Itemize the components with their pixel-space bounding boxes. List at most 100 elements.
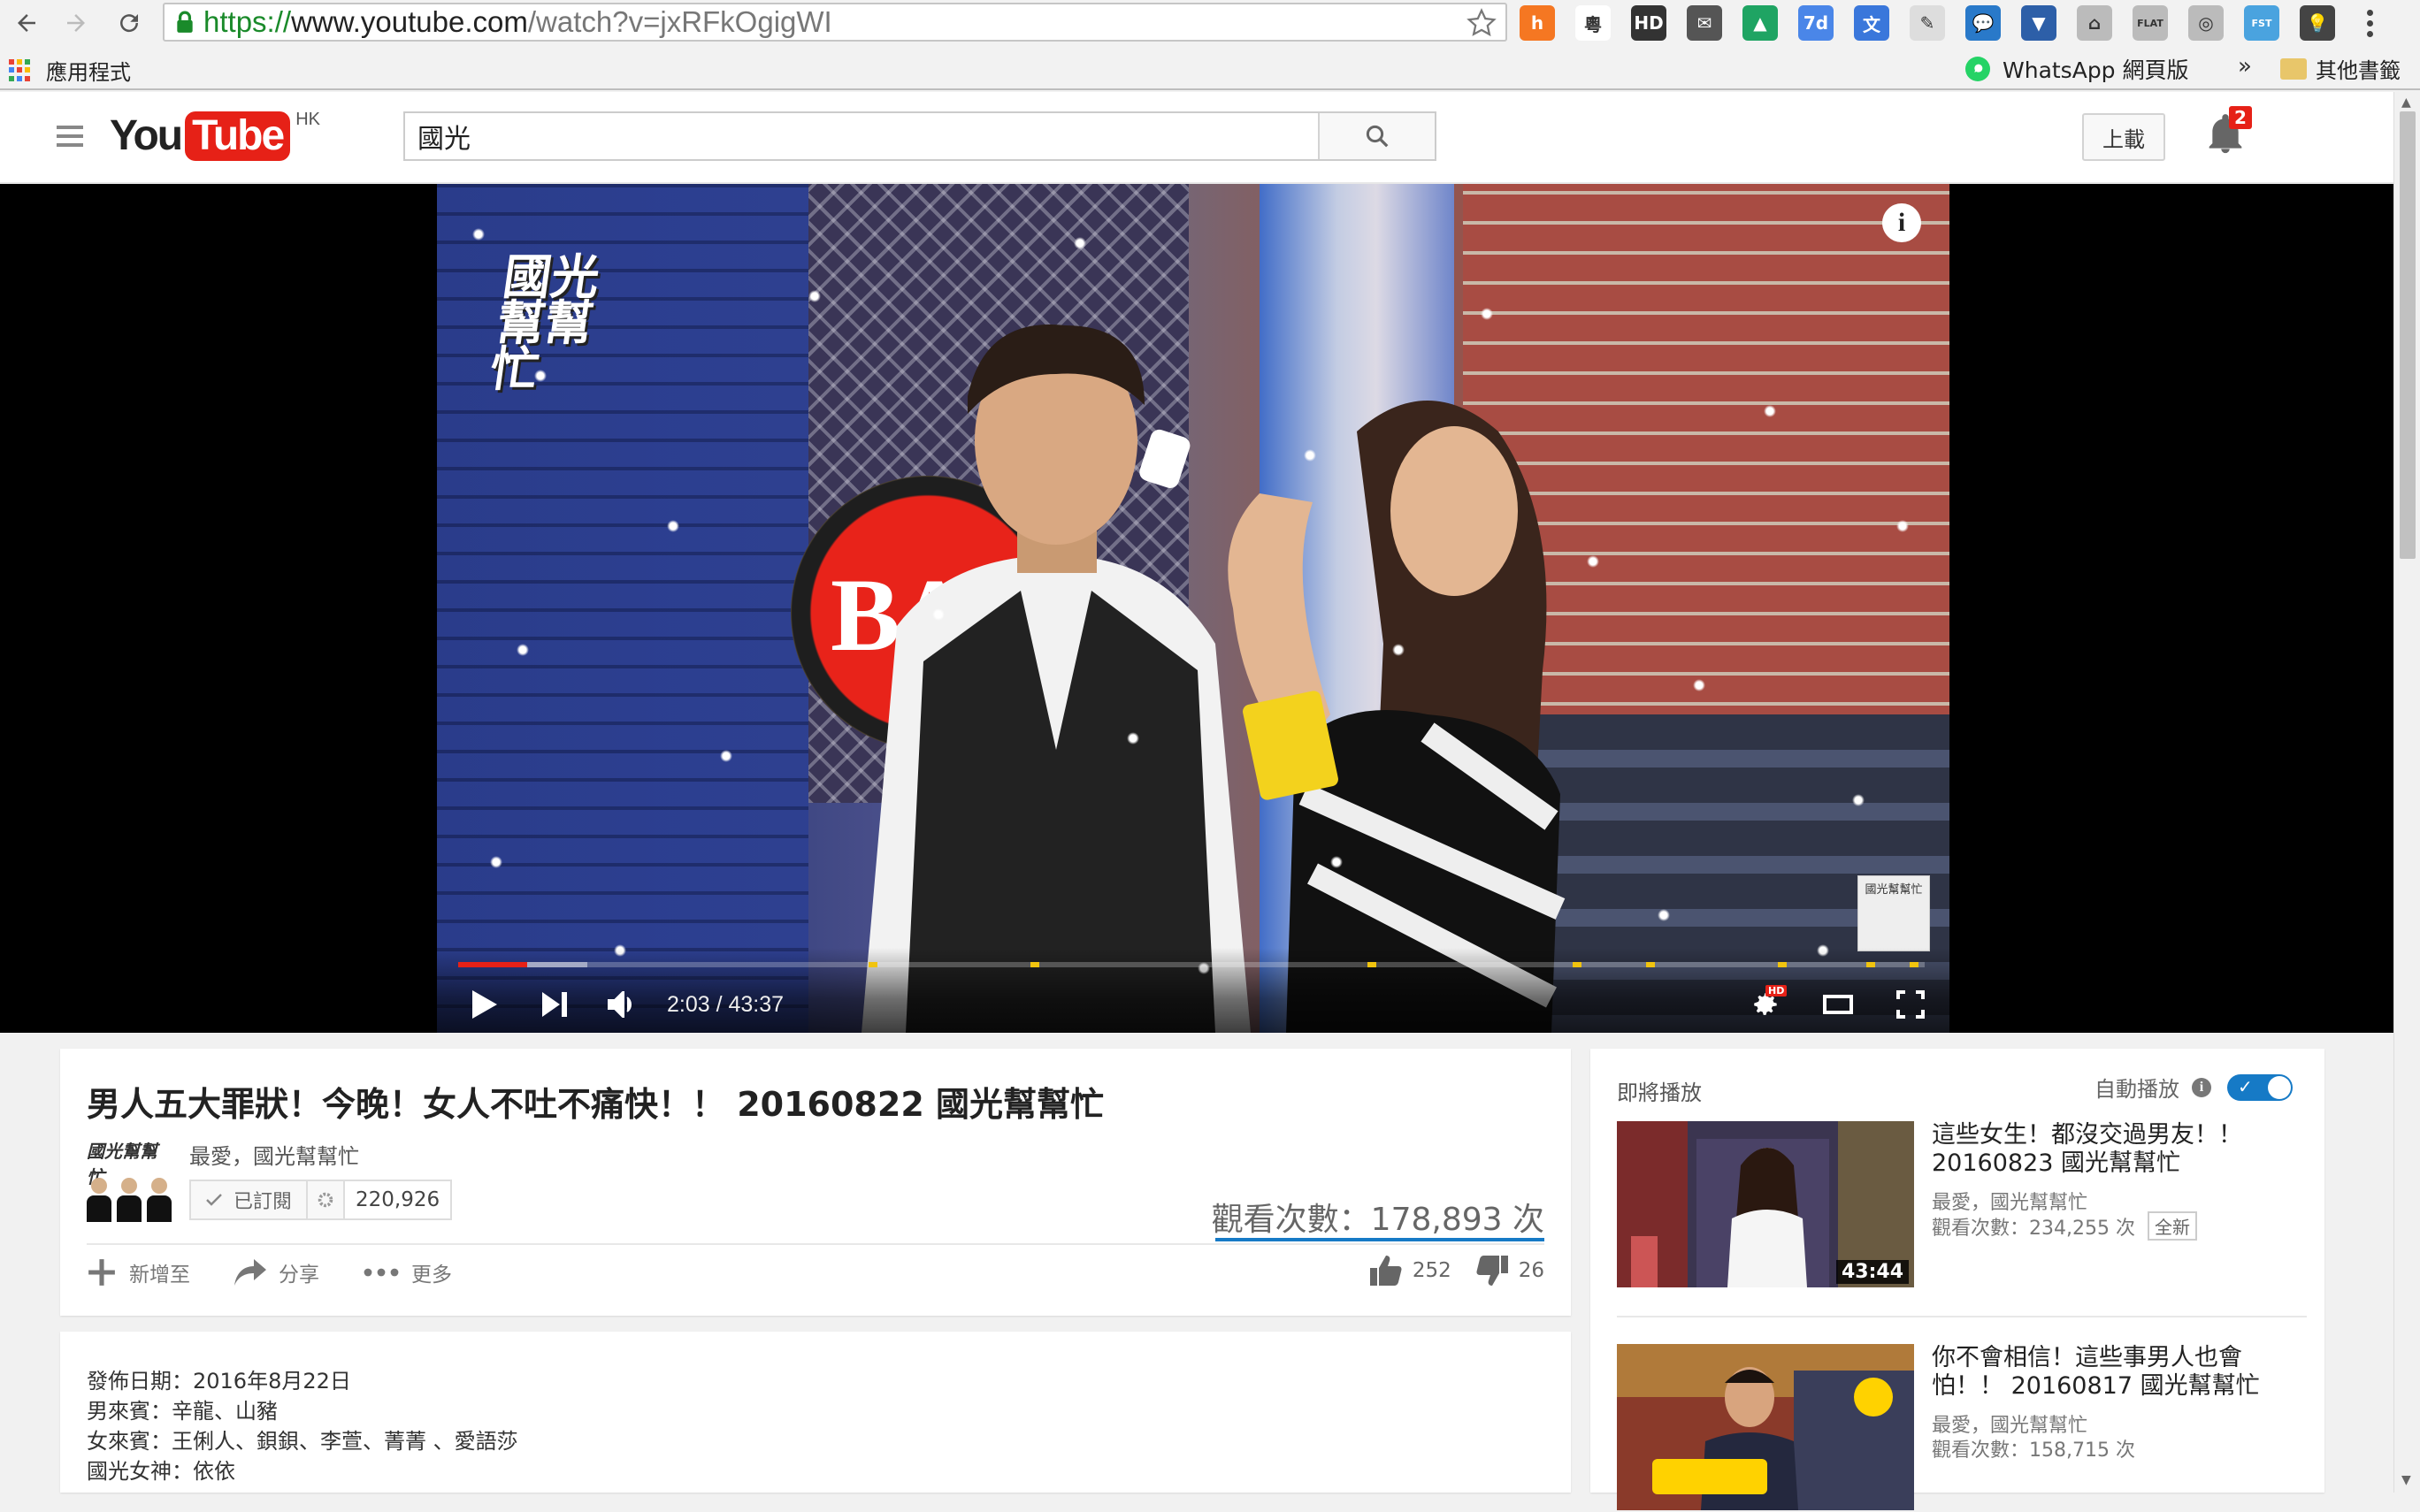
- sparkle: [720, 750, 732, 762]
- instagram-ext-icon[interactable]: ◎: [2188, 5, 2224, 41]
- progress-bar[interactable]: [458, 962, 1925, 967]
- like-count: 252: [1412, 1259, 1451, 1282]
- video-thumbnail[interactable]: 43:44: [1617, 1121, 1914, 1287]
- mail-ext-icon[interactable]: ✉: [1687, 5, 1722, 41]
- recommended-title[interactable]: 這些女生！都沒交過男友！！ 20160823 國光幫幫忙: [1932, 1121, 2303, 1178]
- sparkle: [1392, 644, 1405, 656]
- back-arrow-icon: [18, 14, 35, 32]
- back-button[interactable]: [7, 4, 46, 42]
- fullscreen-button[interactable]: [1889, 980, 1932, 1029]
- scroll-up-icon[interactable]: ▲: [2401, 95, 2411, 110]
- upload-button[interactable]: 上載: [2082, 113, 2165, 161]
- video-player[interactable]: BAR 國光幫幫忙 國光幫幫忙 i: [437, 184, 1949, 1033]
- pen-ext-icon[interactable]: ✎: [1910, 5, 1945, 41]
- thumbs-down-icon[interactable]: [1476, 1256, 1508, 1286]
- forward-arrow-icon: [67, 14, 85, 32]
- gear-icon: [318, 1192, 333, 1208]
- search-input[interactable]: [405, 113, 1318, 159]
- fst-ext-icon[interactable]: FST: [2244, 5, 2279, 41]
- logo-tube-text: Tube: [185, 111, 291, 161]
- autoplay-label: 自動播放: [2095, 1077, 2179, 1102]
- recommended-video[interactable]: 43:44 這些女生！都沒交過男友！！ 20160823 國光幫幫忙 最愛，國光…: [1617, 1121, 2307, 1289]
- sparkle: [1852, 794, 1865, 806]
- forward-button[interactable]: [57, 4, 96, 42]
- description-goddess: 國光女神：依依: [87, 1459, 235, 1484]
- guide-menu-icon[interactable]: [57, 126, 83, 147]
- play-icon: [472, 990, 497, 1019]
- logo-region-text: HK: [295, 110, 320, 129]
- progress-marker: [1910, 962, 1919, 967]
- progress-marker: [1645, 962, 1655, 967]
- hubspot-ext-icon[interactable]: h: [1520, 5, 1555, 41]
- theater-mode-button[interactable]: [1817, 980, 1859, 1029]
- chat-ext-icon[interactable]: 💬: [1965, 5, 2001, 41]
- flat-ext-icon[interactable]: FLAT: [2133, 5, 2168, 41]
- pocket-ext-icon[interactable]: ▼: [2021, 5, 2056, 41]
- bookmarks-overflow-button[interactable]: »: [2238, 53, 2252, 80]
- autoplay-toggle[interactable]: ✓: [2227, 1073, 2293, 1101]
- subscription-settings-button[interactable]: [308, 1181, 346, 1218]
- channel-name-link[interactable]: 最愛，國光幫幫忙: [189, 1139, 359, 1170]
- other-bookmarks-folder[interactable]: 其他書籤: [2280, 53, 2401, 84]
- subscriber-count: 220,926: [345, 1181, 451, 1218]
- new-badge: 全新: [2147, 1211, 2197, 1241]
- divider: [1617, 1316, 2307, 1317]
- bulb-ext-icon[interactable]: 💡: [2300, 5, 2335, 41]
- bookmark-whatsapp[interactable]: WhatsApp 網頁版: [1965, 53, 2189, 85]
- up-next-sidebar: 即將播放 自動播放 i ✓ 43:44 這些女生！都沒交過男友！！ 201608…: [1590, 1049, 2324, 1510]
- thumbnail-image: [1617, 1344, 1914, 1510]
- sparkle: [1481, 308, 1493, 320]
- dislike-count: 26: [1518, 1259, 1544, 1282]
- share-label: 分享: [279, 1264, 319, 1287]
- description-female-guests: 女來賓：王俐人、鋇鋇、李萱、菁菁 、愛語莎: [87, 1429, 518, 1454]
- volume-icon: [608, 991, 632, 1018]
- share-button[interactable]: 分享: [234, 1257, 319, 1287]
- youtube-logo[interactable]: You Tube HK: [110, 110, 320, 161]
- apps-shortcut[interactable]: 應用程式: [9, 55, 131, 86]
- scroll-down-icon[interactable]: ▼: [2401, 1473, 2411, 1487]
- publish-date: 發佈日期：2016年8月22日: [87, 1369, 351, 1394]
- logo-you-text: You: [110, 112, 183, 159]
- channel-avatar[interactable]: 國光幫幫忙: [87, 1137, 172, 1222]
- folder-icon: [2280, 57, 2307, 80]
- recommended-video[interactable]: 你不會相信！這些事男人也會怕！！ 20160817 國光幫幫忙 最愛，國光幫幫忙…: [1617, 1344, 2307, 1512]
- progress-marker: [1573, 962, 1582, 967]
- page-scrollbar[interactable]: ▲ ▼: [2393, 92, 2420, 1493]
- sparkle: [490, 856, 502, 868]
- play-button[interactable]: [449, 980, 520, 1029]
- cantonese-ext-icon[interactable]: 粵: [1575, 5, 1611, 41]
- subscribed-state[interactable]: 已訂閱: [191, 1181, 309, 1218]
- settings-button[interactable]: HD: [1744, 980, 1788, 1029]
- browser-menu-icon[interactable]: [2356, 5, 2383, 41]
- evernote-ext-icon[interactable]: ⌂: [2077, 5, 2112, 41]
- search-button[interactable]: [1318, 113, 1435, 159]
- calendar-ext-icon[interactable]: 7d: [1798, 5, 1834, 41]
- hd-ext-icon[interactable]: HD: [1631, 5, 1666, 41]
- add-to-label: 新增至: [129, 1264, 190, 1287]
- divider: [87, 1243, 1544, 1245]
- address-bar[interactable]: https://www.youtube.com/watch?v=jxRFkOgi…: [163, 3, 1507, 42]
- search-form: [403, 111, 1436, 161]
- video-thumbnail[interactable]: [1617, 1344, 1914, 1510]
- add-to-button[interactable]: 新增至: [87, 1257, 190, 1287]
- sparkle: [1587, 555, 1599, 568]
- bookmark-star-icon[interactable]: [1467, 8, 1497, 38]
- video-info-button[interactable]: i: [1882, 203, 1921, 242]
- translate-ext-icon[interactable]: 文: [1854, 5, 1889, 41]
- more-button[interactable]: 更多: [364, 1257, 452, 1287]
- player-controls: 2:03 / 43:37 HD: [437, 948, 1949, 1033]
- reload-button[interactable]: [110, 4, 149, 42]
- thumbs-up-icon[interactable]: [1369, 1256, 1402, 1286]
- sparkle: [1304, 449, 1316, 462]
- subscribe-button[interactable]: 已訂閱 220,926: [189, 1180, 453, 1220]
- info-icon[interactable]: i: [2192, 1077, 2211, 1097]
- volume-button[interactable]: [591, 980, 653, 1029]
- scroll-thumb[interactable]: [2400, 111, 2416, 559]
- sparkle: [1896, 520, 1909, 532]
- sparkle: [534, 370, 547, 382]
- sparkle: [1127, 732, 1139, 745]
- view-count: 觀看次數：178,893 次: [1211, 1202, 1544, 1238]
- drive-ext-icon[interactable]: ▲: [1742, 5, 1778, 41]
- recommended-title[interactable]: 你不會相信！這些事男人也會怕！！ 20160817 國光幫幫忙: [1932, 1344, 2303, 1401]
- next-button[interactable]: [520, 980, 591, 1029]
